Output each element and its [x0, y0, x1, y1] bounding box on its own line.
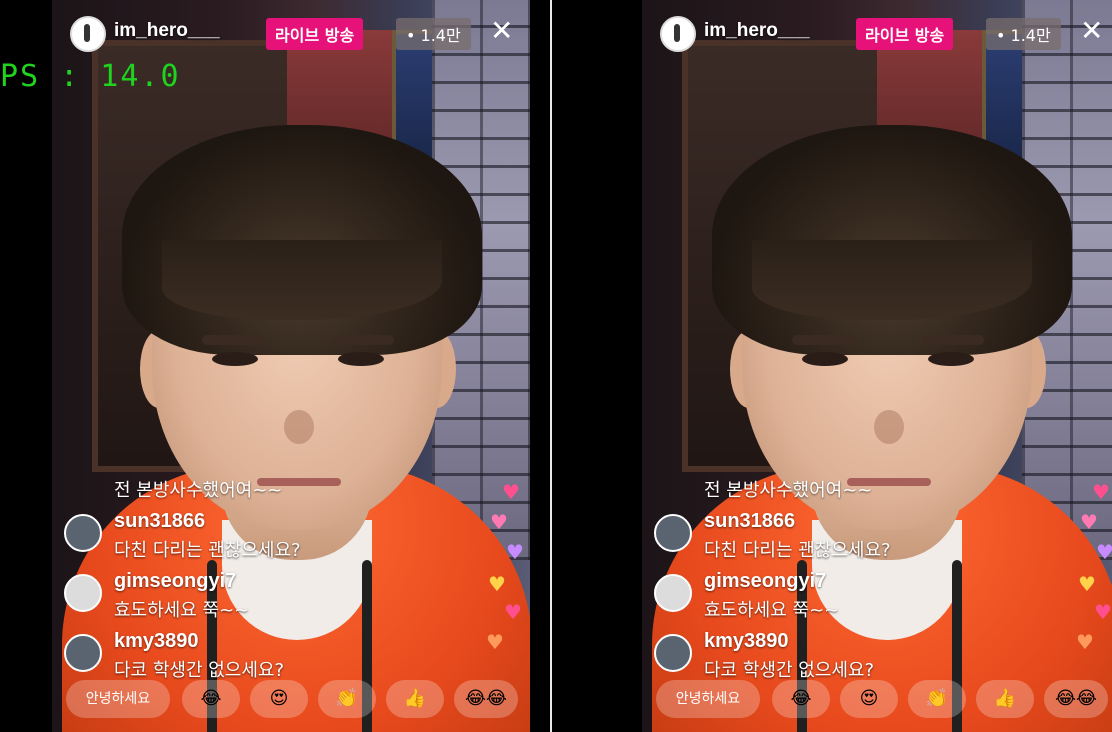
heart-icon: ♥ [502, 480, 520, 504]
quick-reply-hello-button[interactable]: 안녕하세요 [66, 680, 170, 718]
emoji-laugh-button[interactable]: 😂 [182, 680, 240, 718]
commenter-username[interactable]: sun31866 [704, 510, 795, 533]
commenter-avatar[interactable] [654, 634, 692, 672]
comment-text: 다친 다리는 괜찮으세요? [704, 540, 891, 561]
emoji-clap-button[interactable]: 👏 [318, 680, 376, 718]
live-badge: 라이브 방송 [856, 18, 954, 50]
heart-icon: ♥ [1092, 480, 1110, 504]
heart-icon: ♥ [1080, 510, 1098, 534]
emoji-laugh-button[interactable]: 😂 [772, 680, 830, 718]
commenter-avatar[interactable] [64, 634, 102, 672]
comment-item: sun31866 다친 다리는 괜찮으세요? [654, 510, 1074, 570]
commenter-avatar[interactable] [654, 514, 692, 552]
commenter-avatar[interactable] [654, 574, 692, 612]
commenter-username[interactable]: kmy3890 [114, 630, 199, 653]
reaction-bar: 안녕하세요 😂 😍 👏 👍 😂😂 [642, 680, 1112, 720]
emoji-laugh-double-button[interactable]: 😂😂 [1044, 680, 1108, 718]
heart-icon: ♥ [488, 572, 506, 596]
heart-icon: ♥ [1096, 540, 1112, 564]
live-badge: 라이브 방송 [266, 18, 364, 50]
emoji-laugh-double-button[interactable]: 😂😂 [454, 680, 518, 718]
comment-item: gimseongyi7 효도하세요 쭉~~ [654, 570, 1074, 630]
streamer-avatar[interactable] [660, 16, 696, 52]
commenter-avatar[interactable] [64, 574, 102, 612]
comment-text: 전 본방사수했어여~~ [114, 480, 283, 501]
commenter-username[interactable]: kmy3890 [704, 630, 789, 653]
viewer-count: • 1.4만 [986, 18, 1061, 50]
heart-icon: ♥ [490, 510, 508, 534]
streamer-avatar[interactable] [70, 16, 106, 52]
commenter-username[interactable]: gimseongyi7 [704, 570, 826, 593]
commenter-username[interactable]: sun31866 [114, 510, 205, 533]
panel-divider [550, 0, 552, 732]
comment-item: gimseongyi7 효도하세요 쭉~~ [64, 570, 484, 630]
heart-icon: ♥ [1076, 630, 1094, 654]
floating-hearts: ♥ ♥ ♥ ♥ ♥ ♥ [482, 480, 530, 680]
comment-feed: 전 본방사수했어여~~ sun31866 다친 다리는 괜찮으세요? gimse… [654, 476, 1074, 690]
heart-icon: ♥ [504, 600, 522, 624]
heart-icon: ♥ [486, 630, 504, 654]
commenter-avatar[interactable] [64, 514, 102, 552]
comment-text: 다코 학생간 없으세요? [704, 660, 875, 681]
comment-feed: 전 본방사수했어여~~ sun31866 다친 다리는 괜찮으세요? gimse… [64, 476, 484, 690]
heart-icon: ♥ [506, 540, 524, 564]
streamer-username[interactable]: im_hero___ [704, 20, 810, 42]
commenter-username[interactable]: gimseongyi7 [114, 570, 236, 593]
stream-header: im_hero___ 라이브 방송 • 1.4만 ✕ [642, 14, 1112, 54]
emoji-thumbsup-button[interactable]: 👍 [386, 680, 444, 718]
emoji-heart-eyes-button[interactable]: 😍 [840, 680, 898, 718]
emoji-heart-eyes-button[interactable]: 😍 [250, 680, 308, 718]
quick-reply-hello-button[interactable]: 안녕하세요 [656, 680, 760, 718]
streamer-username[interactable]: im_hero___ [114, 20, 220, 42]
comment-text: 전 본방사수했어여~~ [704, 480, 873, 501]
comment-text: 다코 학생간 없으세요? [114, 660, 285, 681]
comment-text: 다친 다리는 괜찮으세요? [114, 540, 301, 561]
comment-text: 효도하세요 쭉~~ [704, 600, 840, 621]
reaction-bar: 안녕하세요 😂 😍 👏 👍 😂😂 [52, 680, 530, 720]
live-stream-panel-left: im_hero___ 라이브 방송 • 1.4만 ✕ 전 본방사수했어여~~ s… [52, 0, 530, 732]
emoji-thumbsup-button[interactable]: 👍 [976, 680, 1034, 718]
heart-icon: ♥ [1078, 572, 1096, 596]
stream-header: im_hero___ 라이브 방송 • 1.4만 ✕ [52, 14, 530, 54]
fps-overlay: PS : 14.0 [0, 59, 181, 94]
heart-icon: ♥ [1094, 600, 1112, 624]
viewer-count: • 1.4만 [396, 18, 471, 50]
close-icon[interactable]: ✕ [490, 16, 513, 46]
close-icon[interactable]: ✕ [1080, 16, 1103, 46]
emoji-clap-button[interactable]: 👏 [908, 680, 966, 718]
live-stream-panel-right: im_hero___ 라이브 방송 • 1.4만 ✕ 전 본방사수했어여~~ s… [642, 0, 1112, 732]
floating-hearts: ♥ ♥ ♥ ♥ ♥ ♥ [1072, 480, 1112, 680]
comment-text: 효도하세요 쭉~~ [114, 600, 250, 621]
comment-item: sun31866 다친 다리는 괜찮으세요? [64, 510, 484, 570]
